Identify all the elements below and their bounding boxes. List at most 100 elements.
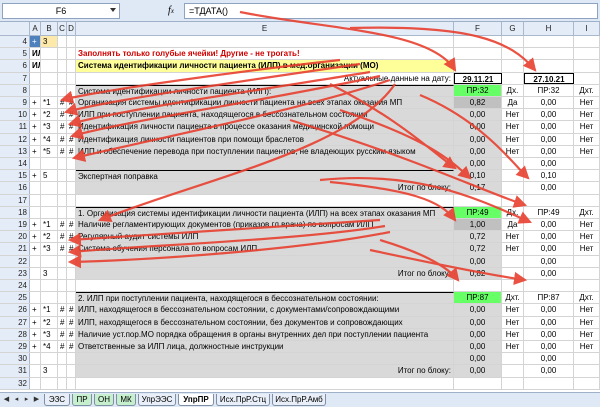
cell-c[interactable] <box>58 353 67 365</box>
cell-d[interactable]: # <box>67 341 76 353</box>
tab-sheet[interactable]: Исх.ПрР.Стц <box>216 394 270 406</box>
cell-c[interactable] <box>58 182 67 194</box>
cell-i[interactable] <box>574 36 600 48</box>
cell-i[interactable]: Нет <box>574 231 600 243</box>
cell-b[interactable]: 3 <box>41 267 58 279</box>
cell-b[interactable]: *5 <box>41 145 58 157</box>
cell-i[interactable]: Дхт. <box>574 84 600 96</box>
cell-g[interactable] <box>502 60 524 72</box>
cell-i[interactable]: Нет <box>574 341 600 353</box>
column-header-g[interactable]: G <box>502 22 524 36</box>
cell-g[interactable] <box>502 267 524 279</box>
cell-h[interactable]: 0,00 <box>524 353 574 365</box>
cell-e[interactable]: Регулярный аудит системы ИЛП <box>76 231 454 243</box>
cell-f[interactable] <box>454 48 502 60</box>
chevron-down-icon[interactable] <box>110 8 116 12</box>
cell-b[interactable] <box>41 206 58 218</box>
cell-c[interactable] <box>58 36 67 48</box>
cell-c[interactable] <box>58 267 67 279</box>
cell-e[interactable]: Актуальные данные на дату: <box>76 72 454 84</box>
tab-sheet[interactable]: ПР <box>72 394 92 406</box>
cell-e[interactable]: Заполнять только голубые ячейки! Другие … <box>76 48 454 60</box>
cell-e[interactable]: 2. ИЛП при поступлении пациента, находящ… <box>76 292 454 304</box>
row-number[interactable]: 24 <box>0 280 30 292</box>
cell-a[interactable]: + <box>30 304 41 316</box>
tab-sheet[interactable]: ЭЗС <box>44 394 70 406</box>
cell-h[interactable]: 0,00 <box>524 133 574 145</box>
cell-b[interactable] <box>41 48 58 60</box>
cell-g[interactable]: Нет <box>502 341 524 353</box>
cell-h[interactable]: ПР:49 <box>524 206 574 218</box>
cell-f[interactable]: 0,00 <box>454 328 502 340</box>
cell-f[interactable]: 0,72 <box>454 231 502 243</box>
cell-c[interactable] <box>58 84 67 96</box>
row-number[interactable]: 9 <box>0 97 30 109</box>
cell-a[interactable]: ИЛ <box>30 60 41 72</box>
cell-f[interactable] <box>454 194 502 206</box>
cell-f[interactable]: ПР:87 <box>454 292 502 304</box>
cell-i[interactable] <box>574 267 600 279</box>
select-all-corner[interactable] <box>0 22 30 36</box>
cell-f[interactable]: 0,00 <box>454 255 502 267</box>
row-number[interactable]: 5 <box>0 48 30 60</box>
cell-e[interactable] <box>76 353 454 365</box>
cell-c[interactable]: # <box>58 316 67 328</box>
row-number[interactable]: 13 <box>0 145 30 157</box>
cell-e[interactable]: Итог по блоку: <box>76 182 454 194</box>
cell-a[interactable] <box>30 280 41 292</box>
cell-d[interactable] <box>67 292 76 304</box>
cell-f[interactable]: 0,00 <box>454 121 502 133</box>
cell-b[interactable] <box>41 194 58 206</box>
cell-d[interactable]: # <box>67 97 76 109</box>
cell-a[interactable]: + <box>30 121 41 133</box>
cell-e[interactable]: ИЛП, находящегося в бессознательном сост… <box>76 316 454 328</box>
cell-c[interactable] <box>58 292 67 304</box>
cell-e[interactable]: 1. Организация системы идентификации лич… <box>76 206 454 218</box>
cell-c[interactable]: # <box>58 109 67 121</box>
cell-g[interactable] <box>502 377 524 389</box>
cell-h[interactable] <box>524 194 574 206</box>
cell-g[interactable] <box>502 280 524 292</box>
cell-d[interactable] <box>67 206 76 218</box>
cell-g[interactable] <box>502 170 524 182</box>
cell-c[interactable] <box>58 365 67 377</box>
cell-g[interactable] <box>502 182 524 194</box>
cell-d[interactable] <box>67 365 76 377</box>
cell-c[interactable]: # <box>58 121 67 133</box>
cell-d[interactable] <box>67 255 76 267</box>
cell-e[interactable]: Организация системы идентификации личнос… <box>76 97 454 109</box>
fx-icon[interactable]: fx <box>160 3 182 19</box>
cell-g[interactable]: Нет <box>502 316 524 328</box>
cell-i[interactable]: Нет <box>574 316 600 328</box>
cell-f[interactable]: ПР:49 <box>454 206 502 218</box>
cell-a[interactable] <box>30 158 41 170</box>
cell-f[interactable]: 0,00 <box>454 109 502 121</box>
cell-h[interactable]: 0,00 <box>524 365 574 377</box>
cell-a[interactable] <box>30 365 41 377</box>
cell-e[interactable]: Система обучения персонала по вопросам И… <box>76 243 454 255</box>
cell-h[interactable] <box>524 60 574 72</box>
row-number[interactable]: 22 <box>0 255 30 267</box>
cell-b[interactable]: *1 <box>41 219 58 231</box>
cell-f[interactable]: 0,00 <box>454 316 502 328</box>
cell-g[interactable]: Нет <box>502 304 524 316</box>
cell-c[interactable] <box>58 170 67 182</box>
cell-a[interactable] <box>30 194 41 206</box>
row-number[interactable]: 29 <box>0 341 30 353</box>
cell-e[interactable]: Идентификация личности пациента в процес… <box>76 121 454 133</box>
cell-b[interactable]: *4 <box>41 133 58 145</box>
cell-i[interactable]: Дхт. <box>574 292 600 304</box>
cell-h[interactable]: 0,00 <box>524 243 574 255</box>
cell-h[interactable]: 0,00 <box>524 316 574 328</box>
cell-c[interactable] <box>58 194 67 206</box>
row-number[interactable]: 17 <box>0 194 30 206</box>
cell-c[interactable] <box>58 72 67 84</box>
cell-h[interactable]: 27.10.21 <box>524 72 574 84</box>
tab-sheet[interactable]: МК <box>116 394 136 406</box>
cell-c[interactable]: # <box>58 304 67 316</box>
cell-h[interactable]: 0,00 <box>524 328 574 340</box>
row-number[interactable]: 7 <box>0 72 30 84</box>
cell-b[interactable]: *4 <box>41 341 58 353</box>
cell-c[interactable] <box>58 280 67 292</box>
row-number[interactable]: 20 <box>0 231 30 243</box>
